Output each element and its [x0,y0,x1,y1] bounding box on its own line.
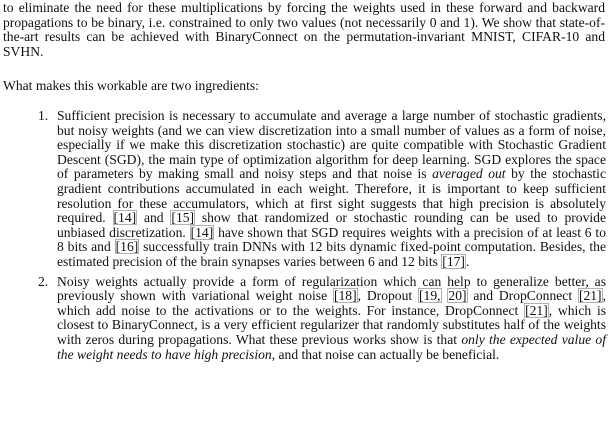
citation-link-19[interactable]: [19, [418,288,442,304]
list-item-number: 2. [38,273,49,289]
citation-link-14[interactable]: [14] [112,210,138,226]
citation-link-16[interactable]: [16] [114,239,140,255]
text-run: , and that noise can actually be benefic… [271,346,500,362]
list-item-text: Noisy weights actually provide a form of… [57,274,606,363]
citation-link-20[interactable]: 20] [447,288,468,304]
text-run: , Dropout [357,288,419,304]
list-item-text: Sufficient precision is necessary to acc… [57,108,606,270]
citation-link-14[interactable]: [14] [189,224,215,240]
list-item: 2. Noisy weights actually provide a form… [0,273,606,363]
intro-paragraph: to eliminate the need for these multipli… [3,0,605,59]
text-run: and DropConnect [467,288,578,304]
lead-sentence: What makes this workable are two ingredi… [3,78,259,93]
list-item-number: 1. [38,108,49,123]
citation-link-17[interactable]: [17] [441,253,466,269]
citation-link-15[interactable]: [15] [170,210,196,226]
list-item: 1. Sufficient precision is necessary to … [0,108,606,270]
paper-page: to eliminate the need for these multipli… [0,0,612,429]
emphasis-text: averaged out [432,166,506,182]
text-run: and [137,210,171,226]
ingredients-list: 1. Sufficient precision is necessary to … [0,108,612,363]
citation-link-21[interactable]: [21] [524,302,549,318]
text-run: successfully train DNNs with 12 bits dyn… [57,239,606,269]
text-run: . [465,253,470,269]
citation-link-21[interactable]: [21] [577,288,603,304]
citation-link-18[interactable]: [18] [332,288,358,304]
